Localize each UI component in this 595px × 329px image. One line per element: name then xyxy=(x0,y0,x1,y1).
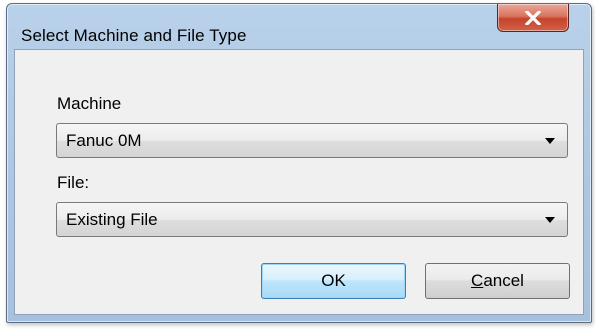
machine-label: Machine xyxy=(57,94,122,113)
file-select-value: Existing File xyxy=(66,210,158,229)
cancel-button-label: Cancel xyxy=(471,271,524,291)
cancel-mnemonic: C xyxy=(471,271,484,290)
machine-select-value: Fanuc 0M xyxy=(66,131,142,150)
ok-button[interactable]: OK xyxy=(261,263,406,299)
machine-select[interactable]: Fanuc 0M xyxy=(56,123,568,158)
close-button[interactable] xyxy=(497,4,569,32)
file-label: File: xyxy=(57,173,90,192)
chevron-down-icon[interactable] xyxy=(545,217,555,223)
cancel-label-rest: ancel xyxy=(483,271,524,290)
dialog-title: Select Machine and File Type xyxy=(21,26,247,45)
dialog-window: Select Machine and File Type Machine Fan… xyxy=(6,3,592,323)
close-x-icon xyxy=(525,10,541,25)
ok-button-label: OK xyxy=(321,271,346,290)
dialog-body: Machine Fanuc 0M File: Existing File OK … xyxy=(14,49,584,315)
chevron-down-icon[interactable] xyxy=(545,138,555,144)
cancel-button[interactable]: Cancel xyxy=(425,263,570,299)
title-bar[interactable]: Select Machine and File Type xyxy=(7,4,591,45)
file-select[interactable]: Existing File xyxy=(56,202,568,237)
